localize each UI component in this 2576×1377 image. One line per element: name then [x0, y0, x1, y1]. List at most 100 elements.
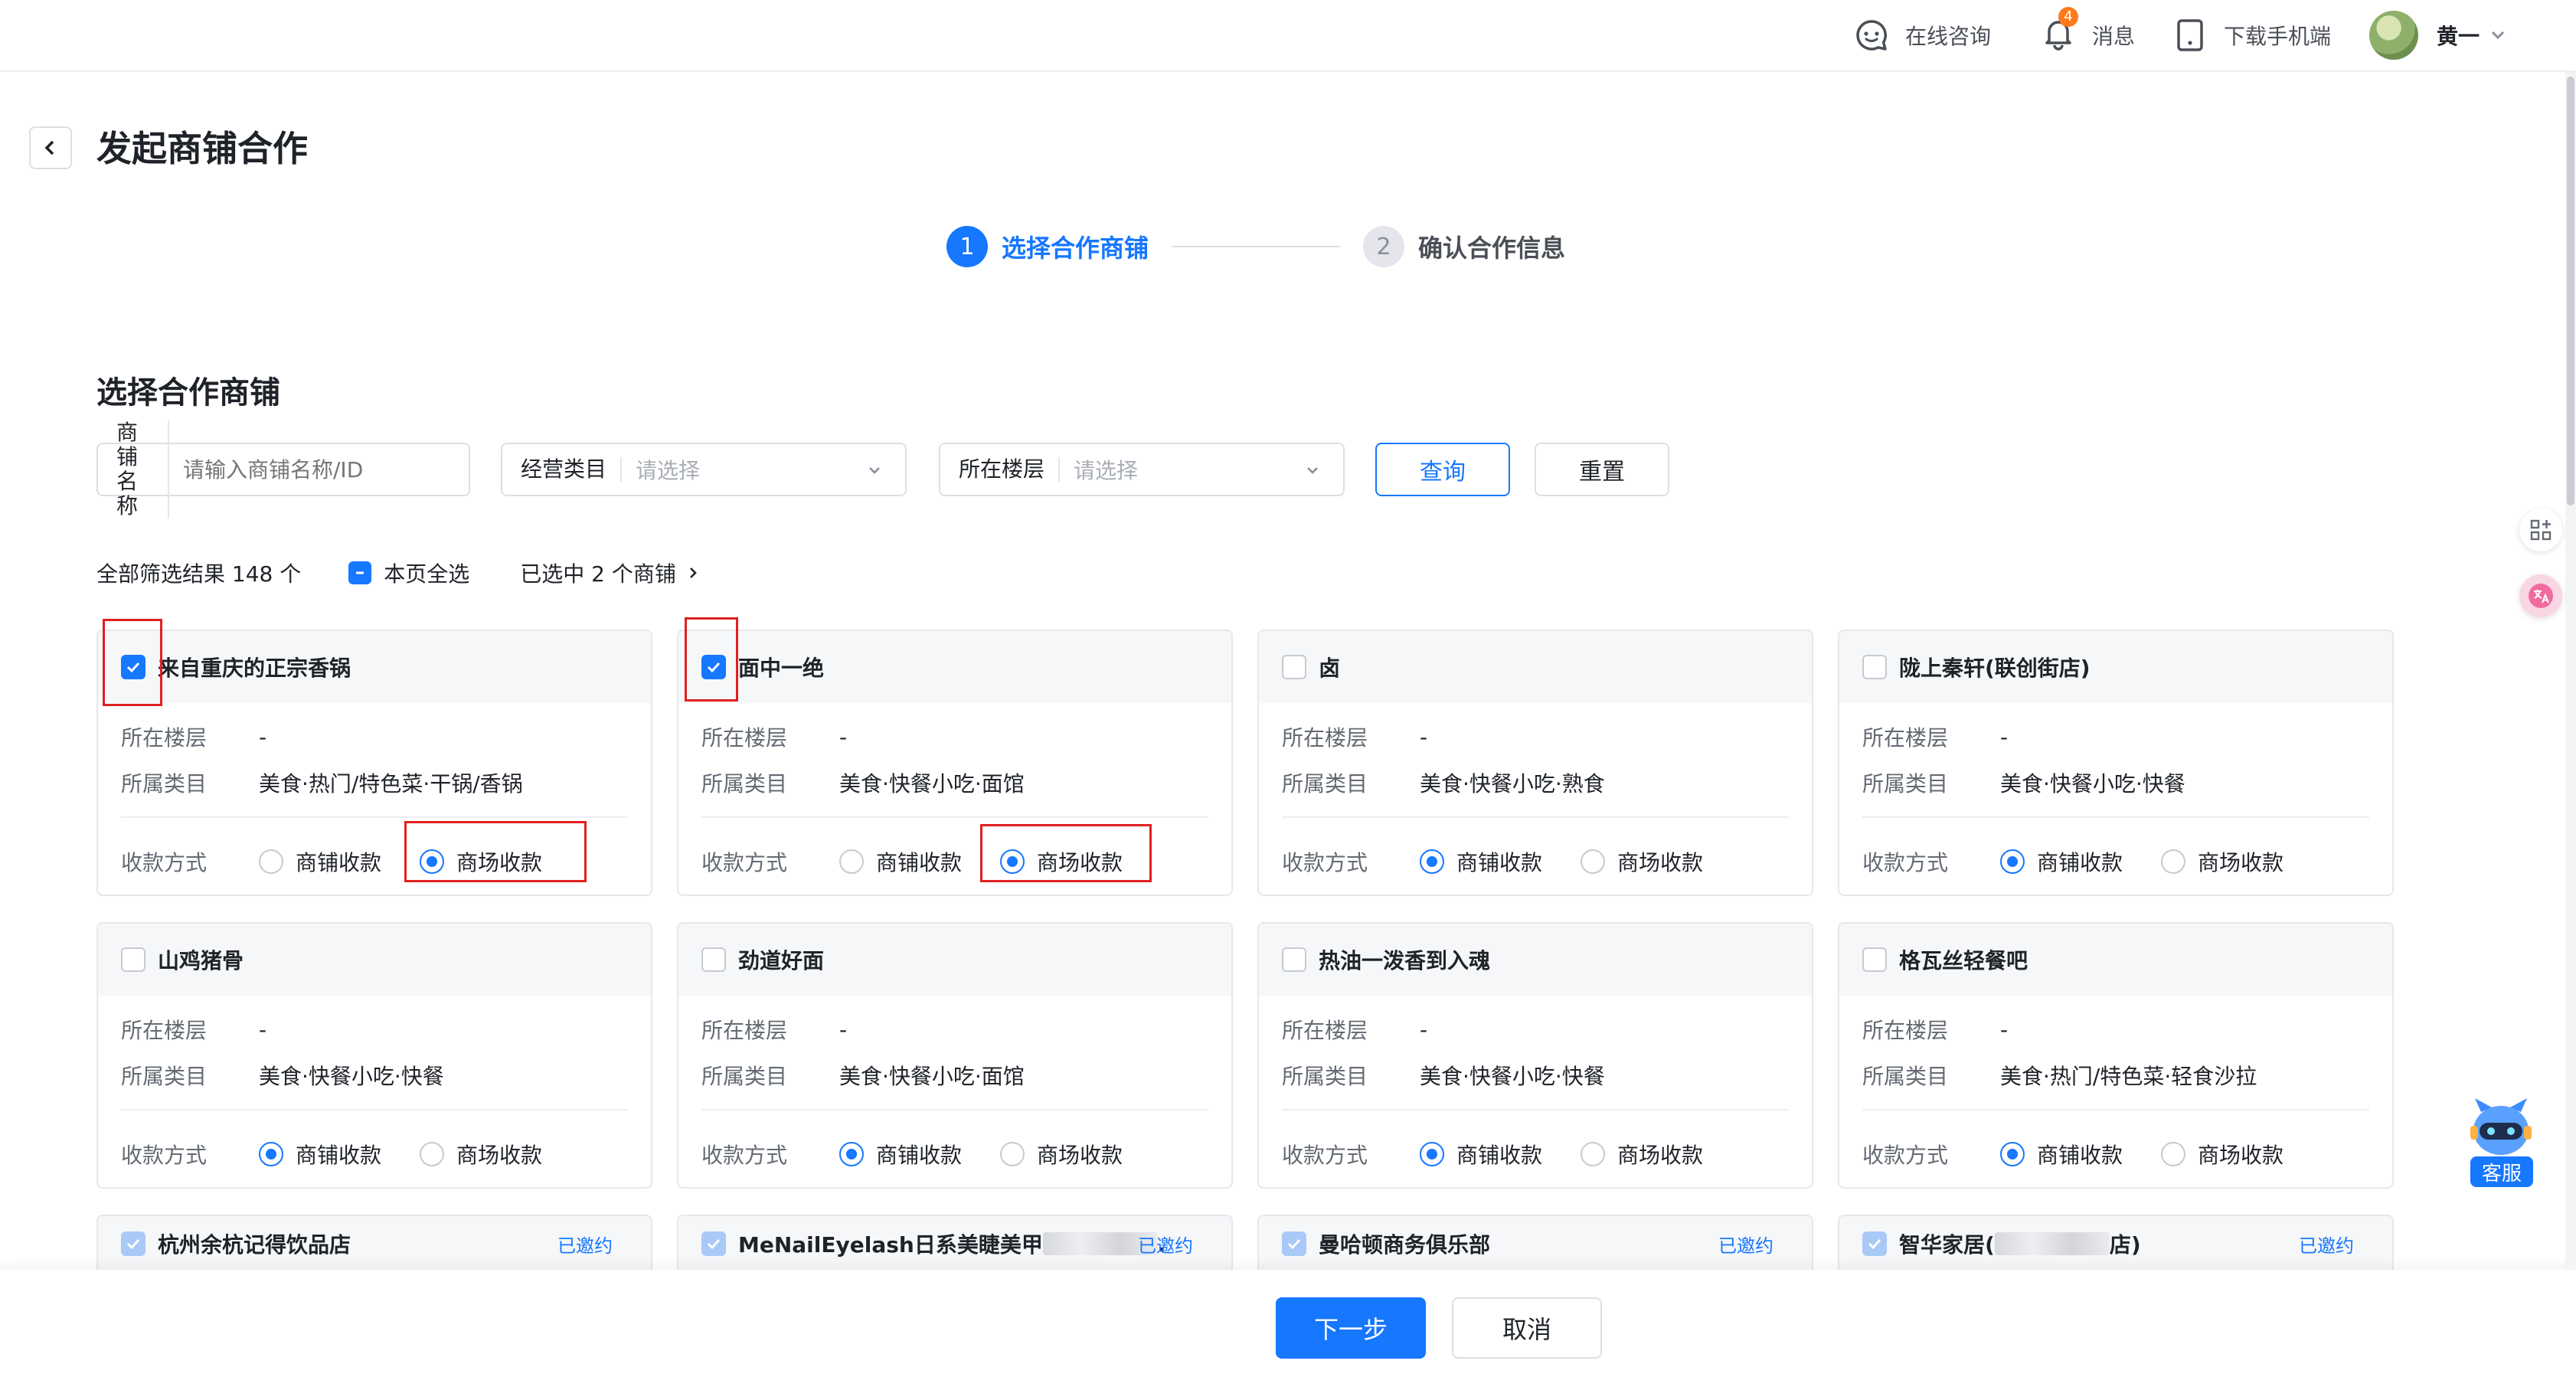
- mall-pay-radio[interactable]: 商场收款: [1581, 846, 1703, 877]
- payment-key: 收款方式: [1862, 850, 1949, 875]
- invited-shop-card: 智华家居(店) 已邀约: [1838, 1215, 2394, 1270]
- shop-checkbox[interactable]: [1282, 947, 1306, 972]
- shop-name-input[interactable]: [183, 456, 450, 482]
- floor-key: 所在楼层: [701, 725, 788, 751]
- shop-card-header: MeNailEyelash日系美睫美甲. 已邀约: [678, 1216, 1231, 1270]
- cancel-button[interactable]: 取消: [1452, 1297, 1602, 1359]
- shop-floor-row: 所在楼层 -: [121, 721, 266, 752]
- floor-key: 所在楼层: [121, 1018, 208, 1043]
- radio-dot: [259, 1142, 283, 1166]
- category-value: 美食·热门/特色菜·轻食沙拉: [2000, 1064, 2257, 1089]
- online-consult-label: 在线咨询: [1905, 24, 1992, 49]
- shop-card: 陇上秦轩(联创街店) 所在楼层 - 所属类目 美食·快餐小吃·快餐 收款方式 商铺收款 商场收…: [1838, 630, 2394, 896]
- shop-checkbox-disabled: [1862, 1231, 1887, 1256]
- check-icon: [1868, 1238, 1881, 1250]
- category-key: 所属类目: [701, 1064, 788, 1089]
- query-button[interactable]: 查询: [1375, 443, 1510, 496]
- selected-shops-link[interactable]: 已选中 2 个商铺: [520, 558, 702, 588]
- download-app-link[interactable]: 下载手机端: [2172, 12, 2331, 58]
- top-bar: 在线咨询 4 消息 下载手机端 黄一: [0, 0, 2576, 72]
- shop-category-row: 所属类目 美食·热门/特色菜·轻食沙拉: [1862, 1060, 2257, 1091]
- minus-icon: [356, 571, 364, 574]
- shop-checkbox[interactable]: [701, 947, 726, 972]
- check-icon: [1287, 1238, 1301, 1250]
- shop-floor-row: 所在楼层 -: [1282, 721, 1427, 752]
- shop-card-header: 曼哈顿商务俱乐部 已邀约: [1259, 1216, 1812, 1270]
- section-title: 选择合作商铺: [96, 375, 280, 410]
- mall-pay-radio[interactable]: 商场收款: [420, 1139, 542, 1169]
- shop-category-row: 所属类目 美食·快餐小吃·面馆: [701, 767, 1025, 798]
- shop-pay-radio[interactable]: 商铺收款: [1420, 846, 1542, 877]
- shop-category-row: 所属类目 美食·快餐小吃·快餐: [121, 1060, 444, 1091]
- next-step-button[interactable]: 下一步: [1276, 1297, 1426, 1359]
- invited-shop-card: 杭州余杭记得饮品店 已邀约: [96, 1215, 652, 1270]
- customer-service-widget[interactable]: 客服: [2466, 1095, 2536, 1187]
- category-value: 美食·快餐小吃·熟食: [1420, 771, 1605, 796]
- floor-value: -: [1420, 724, 1428, 750]
- translate-button[interactable]: [2519, 574, 2562, 617]
- shop-name: 曼哈顿商务俱乐部: [1319, 1232, 1491, 1258]
- shop-checkbox[interactable]: [121, 947, 145, 972]
- back-button[interactable]: [29, 126, 72, 169]
- shop-name: 面中一绝: [738, 656, 825, 681]
- category-key: 所属类目: [121, 1064, 208, 1089]
- floor-key: 所在楼层: [1862, 1018, 1949, 1043]
- shop-card-header: 格瓦丝轻餐吧: [1839, 924, 2392, 996]
- payment-method-row: 收款方式 商铺收款 商场收款: [1862, 1127, 2322, 1181]
- shop-card-header: 劲道好面: [678, 924, 1231, 996]
- apps-grid-button[interactable]: [2519, 509, 2562, 551]
- floor-filter[interactable]: 所在楼层 请选择: [939, 443, 1345, 496]
- select-page-label[interactable]: 本页全选: [384, 558, 469, 588]
- category-filter[interactable]: 经营类目 请选择: [501, 443, 907, 496]
- radio-dot: [259, 849, 283, 874]
- radio-dot: [2000, 849, 2025, 874]
- shop-pay-radio[interactable]: 商铺收款: [259, 846, 381, 877]
- chevron-down-icon: [2491, 31, 2505, 40]
- card-divider: [1282, 1109, 1789, 1110]
- step-1-number: 1: [946, 226, 988, 267]
- floor-select[interactable]: 请选择: [1074, 454, 1325, 485]
- payment-key: 收款方式: [701, 850, 788, 875]
- mall-pay-radio[interactable]: 商场收款: [2161, 846, 2283, 877]
- messages-link[interactable]: 4 消息: [2040, 6, 2135, 58]
- shop-card: 格瓦丝轻餐吧 所在楼层 - 所属类目 美食·热门/特色菜·轻食沙拉 收款方式 商铺收款 商场收…: [1838, 922, 2394, 1189]
- category-value: 美食·热门/特色菜·干锅/香锅: [259, 771, 523, 796]
- shop-pay-radio[interactable]: 商铺收款: [1420, 1139, 1542, 1169]
- shop-pay-radio[interactable]: 商铺收款: [839, 1139, 962, 1169]
- category-key: 所属类目: [121, 771, 208, 796]
- shop-pay-radio[interactable]: 商铺收款: [2000, 1139, 2123, 1169]
- shop-checkbox[interactable]: [1862, 947, 1887, 972]
- shop-pay-radio[interactable]: 商铺收款: [2000, 846, 2123, 877]
- shop-checkbox-disabled: [701, 1231, 726, 1256]
- floor-label: 所在楼层: [959, 457, 1061, 482]
- message-count-badge: 4: [2058, 6, 2078, 27]
- online-consult-link[interactable]: 在线咨询: [1853, 12, 1991, 58]
- shop-pay-radio[interactable]: 商铺收款: [259, 1139, 381, 1169]
- radio-dot: [2161, 849, 2186, 874]
- mall-pay-radio[interactable]: 商场收款: [1000, 1139, 1123, 1169]
- highlight-box: [103, 619, 162, 706]
- highlight-box: [404, 821, 587, 882]
- mall-pay-label: 商场收款: [2198, 1143, 2284, 1168]
- scrollbar-thumb[interactable]: [2567, 77, 2574, 505]
- shop-floor-row: 所在楼层 -: [701, 721, 847, 752]
- shop-name: 来自重庆的正宗香锅: [158, 656, 351, 681]
- shop-checkbox[interactable]: [1282, 655, 1306, 679]
- shop-pay-radio[interactable]: 商铺收款: [839, 846, 962, 877]
- shop-name: 山鸡猪骨: [158, 948, 244, 973]
- shop-name: 热油一泼香到入魂: [1319, 948, 1491, 973]
- shop-name: 陇上秦轩(联创街店): [1899, 656, 2091, 681]
- mall-pay-radio[interactable]: 商场收款: [2161, 1139, 2283, 1169]
- category-select[interactable]: 请选择: [636, 454, 887, 485]
- floor-key: 所在楼层: [1282, 725, 1368, 751]
- select-page-checkbox[interactable]: [348, 561, 372, 584]
- shop-checkbox[interactable]: [1862, 655, 1887, 679]
- mall-pay-radio[interactable]: 商场收款: [1581, 1139, 1703, 1169]
- user-menu[interactable]: 黄一: [2369, 11, 2509, 60]
- floor-value: -: [839, 1016, 848, 1042]
- reset-button[interactable]: 重置: [1535, 443, 1669, 496]
- redacted-text: [1994, 1232, 2110, 1255]
- radio-dot: [1581, 849, 1606, 874]
- shop-pay-label: 商铺收款: [876, 1143, 963, 1168]
- chevron-right-icon: [689, 567, 697, 578]
